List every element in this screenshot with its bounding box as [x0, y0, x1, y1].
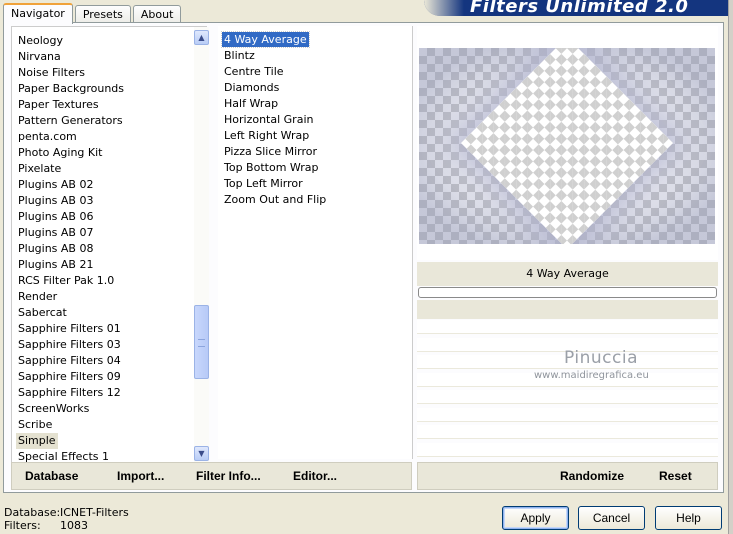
watermark-title: Pinuccia [564, 348, 638, 368]
parameter-row [417, 425, 718, 439]
watermark-url: www.maidiregrafica.eu [534, 370, 649, 381]
parameter-row [417, 320, 718, 334]
current-filter-name: 4 Way Average [417, 262, 718, 286]
filter-item[interactable]: Top Left Mirror [222, 176, 305, 191]
category-item[interactable]: Nirvana [16, 49, 63, 65]
filter-item[interactable]: Blintz [222, 48, 257, 63]
category-item[interactable]: Simple [16, 433, 58, 449]
filters-status-value: 1083 [60, 519, 88, 532]
filter-item[interactable]: 4 Way Average [221, 31, 310, 48]
database-status-value: ICNET-Filters [60, 506, 129, 519]
help-button[interactable]: Help [655, 506, 722, 530]
category-item[interactable]: Plugins AB 03 [16, 193, 95, 209]
category-item[interactable]: Scribe [16, 417, 54, 433]
category-item[interactable]: Plugins AB 06 [16, 209, 95, 225]
category-item[interactable]: Noise Filters [16, 65, 87, 81]
category-item[interactable]: RCS Filter Pak 1.0 [16, 273, 116, 289]
category-item[interactable]: ScreenWorks [16, 401, 91, 417]
navigator-panel: Neology Nirvana Noise Filters Paper Backgro… [3, 22, 724, 493]
filter-item[interactable]: Zoom Out and Flip [222, 192, 328, 207]
chevron-up-icon: ▲ [198, 32, 205, 42]
tab-navigator[interactable]: Navigator [3, 3, 73, 24]
category-item[interactable]: Sapphire Filters 12 [16, 385, 123, 401]
category-scrollbar[interactable]: ▲ ▼ [194, 27, 209, 463]
window-edge [728, 0, 733, 534]
parameter-row [417, 390, 718, 404]
scroll-down-button[interactable]: ▼ [194, 446, 209, 461]
parameters-header [417, 300, 718, 319]
reset-button[interactable]: Reset [659, 469, 692, 483]
category-item[interactable]: Pattern Generators [16, 113, 125, 129]
category-item[interactable]: Pixelate [16, 161, 63, 177]
scroll-thumb[interactable] [194, 305, 209, 379]
category-item[interactable]: Paper Backgrounds [16, 81, 126, 97]
category-item[interactable]: Paper Textures [16, 97, 101, 113]
filter-item[interactable]: Diamonds [222, 80, 281, 95]
category-item[interactable]: Plugins AB 02 [16, 177, 95, 193]
category-item[interactable]: Sapphire Filters 09 [16, 369, 123, 385]
category-item[interactable]: penta.com [16, 129, 79, 145]
category-item[interactable]: Render [16, 289, 59, 305]
preview-image [419, 48, 715, 244]
filter-item[interactable]: Pizza Slice Mirror [222, 144, 319, 159]
progress-bar [418, 287, 717, 298]
filter-item[interactable]: Left Right Wrap [222, 128, 311, 143]
filter-info-button[interactable]: Filter Info... [196, 469, 261, 483]
scroll-up-button[interactable]: ▲ [194, 30, 209, 45]
apply-button[interactable]: Apply [502, 506, 569, 530]
category-item[interactable]: Plugins AB 21 [16, 257, 95, 273]
banner-title: Filters Unlimited 2.0 [470, 0, 689, 16]
filters-status-label: Filters: [4, 519, 41, 532]
filter-item[interactable]: Centre Tile [222, 64, 286, 79]
database-status-label: Database: [4, 506, 61, 519]
filter-item[interactable]: Top Bottom Wrap [222, 160, 321, 175]
filter-item[interactable]: Horizontal Grain [222, 112, 315, 127]
database-button[interactable]: Database [25, 469, 78, 483]
category-item[interactable]: Sapphire Filters 01 [16, 321, 123, 337]
category-item[interactable]: Sapphire Filters 04 [16, 353, 123, 369]
category-item[interactable]: Neology [16, 33, 65, 49]
chevron-down-icon: ▼ [198, 448, 205, 458]
preview-toolbar: Randomize Reset [417, 462, 718, 490]
category-item[interactable]: Sabercat [16, 305, 69, 321]
randomize-button[interactable]: Randomize [560, 469, 624, 483]
category-item[interactable]: Plugins AB 08 [16, 241, 95, 257]
preview-area [417, 26, 718, 260]
category-item[interactable]: Plugins AB 07 [16, 225, 95, 241]
import-button[interactable]: Import... [117, 469, 164, 483]
title-banner: Filters Unlimited 2.0 [424, 0, 733, 16]
tab-bar: Navigator Presets About [3, 3, 183, 24]
list-toolbar: Database Import... Filter Info... Editor… [11, 462, 412, 490]
category-list[interactable]: Neology Nirvana Noise Filters Paper Backgro… [11, 26, 209, 484]
filter-list[interactable]: 4 Way Average Blintz Centre Tile Diamonds Ha… [218, 26, 413, 459]
category-item[interactable]: Photo Aging Kit [16, 145, 104, 161]
parameter-row [417, 442, 718, 457]
cancel-button[interactable]: Cancel [578, 506, 645, 530]
filter-item[interactable]: Half Wrap [222, 96, 280, 111]
parameter-row [417, 407, 718, 422]
category-item[interactable]: Sapphire Filters 03 [16, 337, 123, 353]
editor-button[interactable]: Editor... [293, 469, 337, 483]
